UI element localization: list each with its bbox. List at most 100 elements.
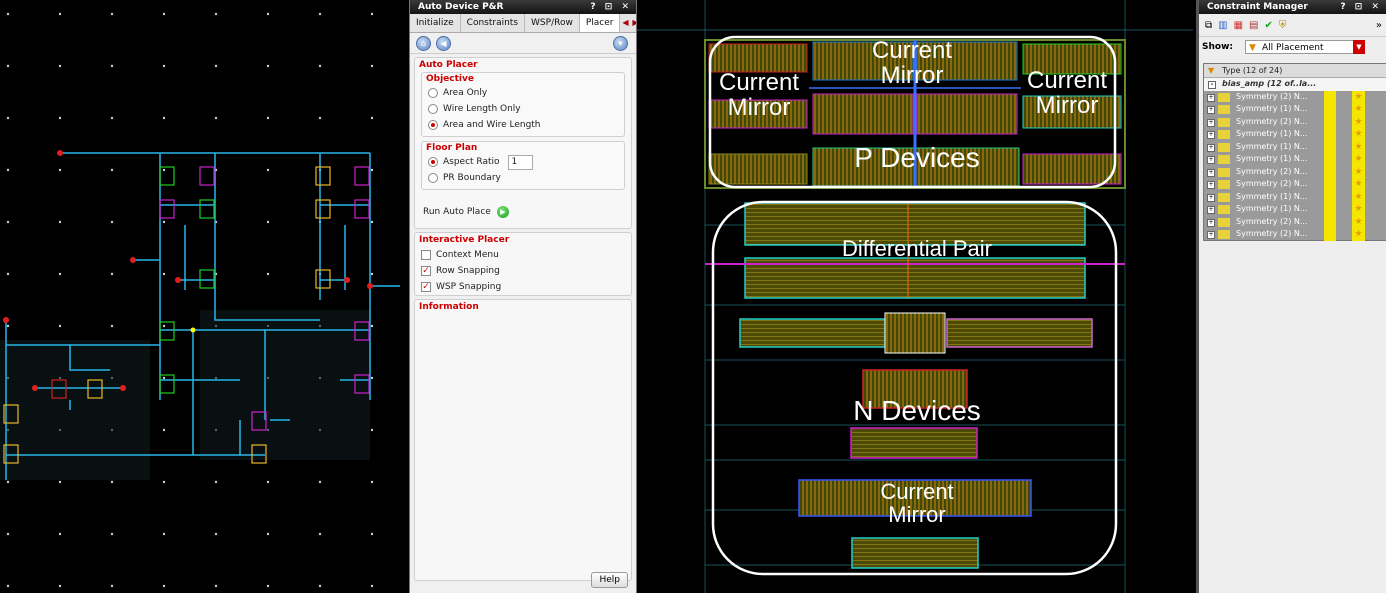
- check-icon[interactable]: ✔: [1265, 20, 1273, 31]
- table-row[interactable]: + Symmetry (1) N... ★: [1204, 140, 1386, 153]
- show-label: Show:: [1202, 42, 1233, 52]
- pr-boundary-option[interactable]: PR Boundary: [422, 170, 624, 186]
- chevron-down-icon[interactable]: ▼: [1353, 40, 1365, 54]
- apr-title-bar: Auto Device P&R ? ⊡ ✕: [410, 0, 636, 14]
- label-differential-pair: Differential Pair: [842, 236, 992, 261]
- cm-show-row: Show: ▼ All Placement ▼: [1199, 37, 1386, 57]
- back-icon[interactable]: ◀: [436, 36, 451, 51]
- shield-icon[interactable]: ⛨: [1279, 20, 1287, 31]
- star-icon: ★: [1352, 215, 1365, 228]
- star-icon: ★: [1352, 190, 1365, 203]
- column-type-header[interactable]: Type (12 of 24): [1222, 66, 1282, 75]
- align-icon[interactable]: ▥: [1218, 20, 1227, 31]
- tab-initialize[interactable]: Initialize: [410, 14, 461, 32]
- checkbox-checked-icon[interactable]: ✓: [421, 266, 431, 276]
- run-auto-place-button[interactable]: ▶: [496, 206, 509, 218]
- radio-selected-icon[interactable]: [428, 157, 438, 167]
- table-row[interactable]: + Symmetry (2) N... ★: [1204, 115, 1386, 128]
- expand-icon[interactable]: +: [1207, 218, 1215, 227]
- aspect-ratio-option[interactable]: Aspect Ratio 1: [422, 154, 624, 170]
- objective-area-only[interactable]: Area Only: [422, 85, 624, 101]
- more-icon[interactable]: »: [1376, 20, 1386, 31]
- auto-device-pr-panel: Auto Device P&R ? ⊡ ✕ Initialize Constra…: [409, 0, 637, 593]
- checkbox-icon[interactable]: [421, 250, 431, 260]
- radio-icon[interactable]: [428, 104, 438, 114]
- tab-scroll-left-icon[interactable]: ◀: [620, 14, 630, 32]
- cm-toolbar: ⧉ ▥ ▦ ▤ ✔ ⛨ »: [1199, 14, 1386, 37]
- expand-icon[interactable]: +: [1207, 231, 1215, 239]
- table-row[interactable]: + Symmetry (2) N... ★: [1204, 90, 1386, 103]
- constraint-label: Symmetry (2) N...: [1236, 116, 1308, 126]
- table-row[interactable]: + Symmetry (1) N... ★: [1204, 203, 1386, 216]
- radio-icon[interactable]: [428, 88, 438, 98]
- status-strip: [1324, 128, 1336, 141]
- constraint-table[interactable]: ▼ Type (12 of 24) - bias_amp (12 of..la.…: [1203, 63, 1386, 241]
- table-row[interactable]: + Symmetry (2) N... ★: [1204, 228, 1386, 241]
- objective-wire-length-label: Wire Length Only: [443, 104, 521, 114]
- layout-canvas[interactable]: Current Mirror Current Mirror Current Mi…: [637, 0, 1193, 593]
- expand-icon[interactable]: +: [1207, 206, 1215, 214]
- aspect-ratio-label: Aspect Ratio: [443, 157, 500, 167]
- constraint-label: Symmetry (2) N...: [1236, 166, 1308, 176]
- objective-area-and-wire[interactable]: Area and Wire Length: [422, 117, 624, 133]
- constraint-label: Symmetry (2) N...: [1236, 179, 1308, 188]
- symmetry-icon: [1218, 230, 1230, 239]
- status-strip: [1324, 115, 1336, 128]
- star-icon: ★: [1352, 228, 1365, 241]
- home-icon[interactable]: ⌂: [416, 36, 431, 51]
- table-row[interactable]: + Symmetry (1) N... ★: [1204, 190, 1386, 203]
- collapse-icon[interactable]: ▾: [613, 36, 628, 51]
- expand-icon[interactable]: +: [1207, 106, 1215, 114]
- interactive-placer-section: Interactive Placer Context Menu ✓ Row Sna…: [414, 232, 632, 296]
- objective-wire-length-only[interactable]: Wire Length Only: [422, 101, 624, 117]
- expand-icon[interactable]: +: [1207, 93, 1215, 102]
- expand-icon[interactable]: +: [1207, 143, 1215, 152]
- expand-icon[interactable]: +: [1207, 193, 1215, 202]
- cm-title: Constraint Manager: [1207, 2, 1308, 12]
- apr-window-buttons[interactable]: ? ⊡ ✕: [590, 0, 632, 14]
- expand-icon[interactable]: +: [1207, 181, 1215, 189]
- row-snapping-option[interactable]: ✓ Row Snapping: [415, 263, 631, 279]
- constraint-rows: + Symmetry (2) N... ★ + Symmetry (1) N... ★ + S…: [1204, 90, 1386, 241]
- expand-icon[interactable]: +: [1207, 168, 1215, 177]
- table-row[interactable]: + Symmetry (1) N... ★: [1204, 103, 1386, 116]
- star-icon: ★: [1352, 178, 1365, 191]
- star-icon: ★: [1352, 128, 1365, 141]
- table-row[interactable]: + Symmetry (1) N... ★: [1204, 153, 1386, 166]
- symmetry-icon: [1218, 167, 1230, 177]
- star-icon: ★: [1352, 165, 1365, 178]
- wsp-snapping-option[interactable]: ✓ WSP Snapping: [415, 279, 631, 295]
- radio-selected-icon[interactable]: [428, 120, 438, 130]
- n-devices: [739, 312, 1093, 569]
- table-row[interactable]: + Symmetry (2) N... ★: [1204, 165, 1386, 178]
- checkbox-checked-icon[interactable]: ✓: [421, 282, 431, 292]
- schematic-canvas[interactable]: [0, 0, 409, 593]
- expand-icon[interactable]: +: [1207, 131, 1215, 139]
- table-row[interactable]: + Symmetry (2) N... ★: [1204, 178, 1386, 191]
- table-row[interactable]: + Symmetry (1) N... ★: [1204, 128, 1386, 141]
- table-row[interactable]: + Symmetry (2) N... ★: [1204, 215, 1386, 228]
- radio-icon[interactable]: [428, 173, 438, 183]
- expand-icon[interactable]: +: [1207, 118, 1215, 127]
- cm-window-buttons[interactable]: ? ⊡ ✕: [1340, 0, 1382, 14]
- constraint-label: Symmetry (2) N...: [1236, 216, 1308, 226]
- constraint-label: Symmetry (1) N...: [1236, 204, 1308, 213]
- tab-wsp-row[interactable]: WSP/Row: [525, 14, 580, 32]
- grid-icon[interactable]: ▦: [1234, 20, 1243, 31]
- collapse-icon[interactable]: -: [1208, 81, 1216, 89]
- status-strip: [1324, 215, 1336, 228]
- book-icon[interactable]: ▤: [1249, 20, 1258, 31]
- tab-constraints[interactable]: Constraints: [461, 14, 526, 32]
- symmetry-icon: [1218, 205, 1230, 214]
- copy-icon[interactable]: ⧉: [1205, 20, 1212, 31]
- help-button[interactable]: Help: [591, 572, 628, 588]
- table-row-design[interactable]: - bias_amp (12 of..la...: [1204, 78, 1386, 91]
- expand-icon[interactable]: +: [1207, 156, 1215, 164]
- aspect-ratio-input[interactable]: 1: [507, 154, 533, 170]
- status-strip: [1324, 228, 1336, 241]
- constraint-label: Symmetry (2) N...: [1236, 91, 1308, 101]
- context-menu-option[interactable]: Context Menu: [415, 247, 631, 263]
- label-current-mirror-bottom: Current Mirror: [880, 479, 954, 528]
- show-filter-select[interactable]: ▼ All Placement ▼: [1245, 40, 1365, 54]
- tab-placer[interactable]: Placer: [579, 14, 621, 32]
